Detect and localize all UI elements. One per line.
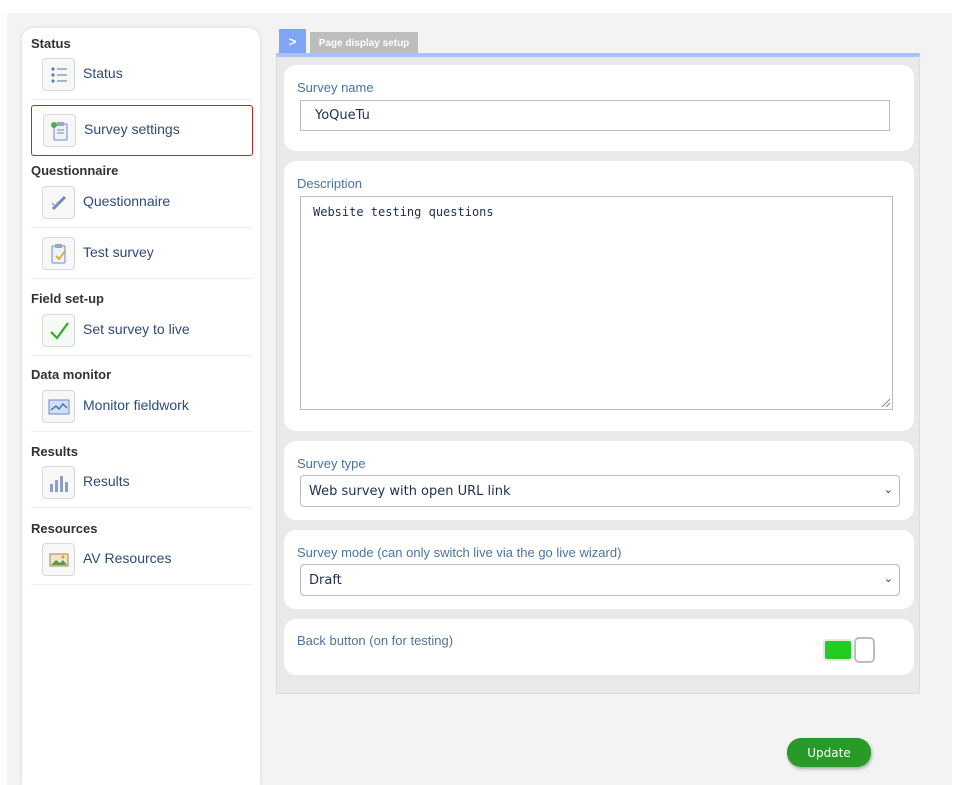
sidebar-item-results[interactable]: Results (31, 457, 253, 508)
back-button-toggle[interactable] (823, 637, 877, 664)
survey-name-input[interactable]: YoQueTu (300, 100, 890, 131)
sidebar-item-monitor-fieldwork[interactable]: Monitor fieldwork (31, 381, 253, 432)
settings-panel: Survey name YoQueTu Description Website … (276, 53, 920, 694)
description-text: Website testing questions (313, 205, 494, 219)
survey-name-label: Survey name (297, 80, 374, 95)
survey-mode-select[interactable]: Draft ⌄ (300, 564, 900, 596)
sidebar-item-label: Test survey (83, 244, 154, 260)
toggle-knob (854, 637, 875, 663)
settings-clipboard-icon (43, 114, 76, 147)
survey-type-selected: Web survey with open URL link (309, 484, 511, 499)
list-icon (42, 58, 75, 91)
chevron-down-icon: ⌄ (883, 572, 893, 585)
sidebar-item-set-survey-live[interactable]: Set survey to live (31, 305, 253, 356)
description-textarea[interactable]: Website testing questions (300, 196, 893, 410)
back-button-label: Back button (on for testing) (297, 633, 454, 648)
section-title-questionnaire: Questionnaire (31, 163, 119, 178)
chevron-down-icon: ⌄ (883, 483, 893, 496)
sidebar-item-test-survey[interactable]: Test survey (31, 228, 253, 279)
sidebar-item-label: Monitor fieldwork (83, 397, 189, 413)
sidebar-item-label: Set survey to live (83, 321, 190, 337)
tab-page-display-setup[interactable]: Page display setup (310, 32, 418, 54)
test-clipboard-icon (42, 237, 75, 270)
survey-type-card: Survey type Web survey with open URL lin… (284, 441, 914, 520)
checkmark-icon (42, 314, 75, 347)
expand-tab-button[interactable]: > (279, 29, 306, 54)
description-card: Description Website testing questions (284, 161, 914, 431)
bar-chart-icon (42, 466, 75, 499)
back-button-card: Back button (on for testing) (284, 619, 914, 675)
update-button[interactable]: Update (787, 738, 871, 767)
sidebar-item-questionnaire[interactable]: Questionnaire (31, 177, 253, 228)
survey-mode-selected: Draft (309, 573, 342, 588)
description-label: Description (297, 176, 363, 191)
sidebar-item-label: Survey settings (84, 121, 180, 137)
monitor-chart-icon (42, 390, 75, 423)
survey-mode-card: Survey mode (can only switch live via th… (284, 530, 914, 609)
sidebar-item-label: Status (83, 65, 123, 81)
sidebar-item-survey-settings[interactable]: Survey settings (31, 105, 253, 156)
resize-grip-icon[interactable] (880, 397, 890, 407)
pencil-icon (42, 186, 75, 219)
survey-type-select[interactable]: Web survey with open URL link ⌄ (300, 475, 900, 507)
section-title-data-monitor: Data monitor (31, 367, 112, 382)
sidebar-item-label: AV Resources (83, 550, 172, 566)
section-title-field-setup: Field set-up (31, 291, 104, 306)
sidebar-item-av-resources[interactable]: AV Resources (31, 534, 253, 585)
sidebar-item-label: Results (83, 473, 130, 489)
toggle-on-track (823, 639, 853, 661)
survey-type-label: Survey type (297, 456, 366, 471)
survey-mode-label: Survey mode (can only switch live via th… (297, 545, 622, 560)
image-icon (42, 543, 75, 576)
sidebar-item-status[interactable]: Status (31, 49, 253, 100)
sidebar: Status Status Survey settings Questionna… (22, 28, 260, 785)
sidebar-item-label: Questionnaire (83, 193, 171, 209)
survey-name-card: Survey name YoQueTu (284, 65, 914, 151)
